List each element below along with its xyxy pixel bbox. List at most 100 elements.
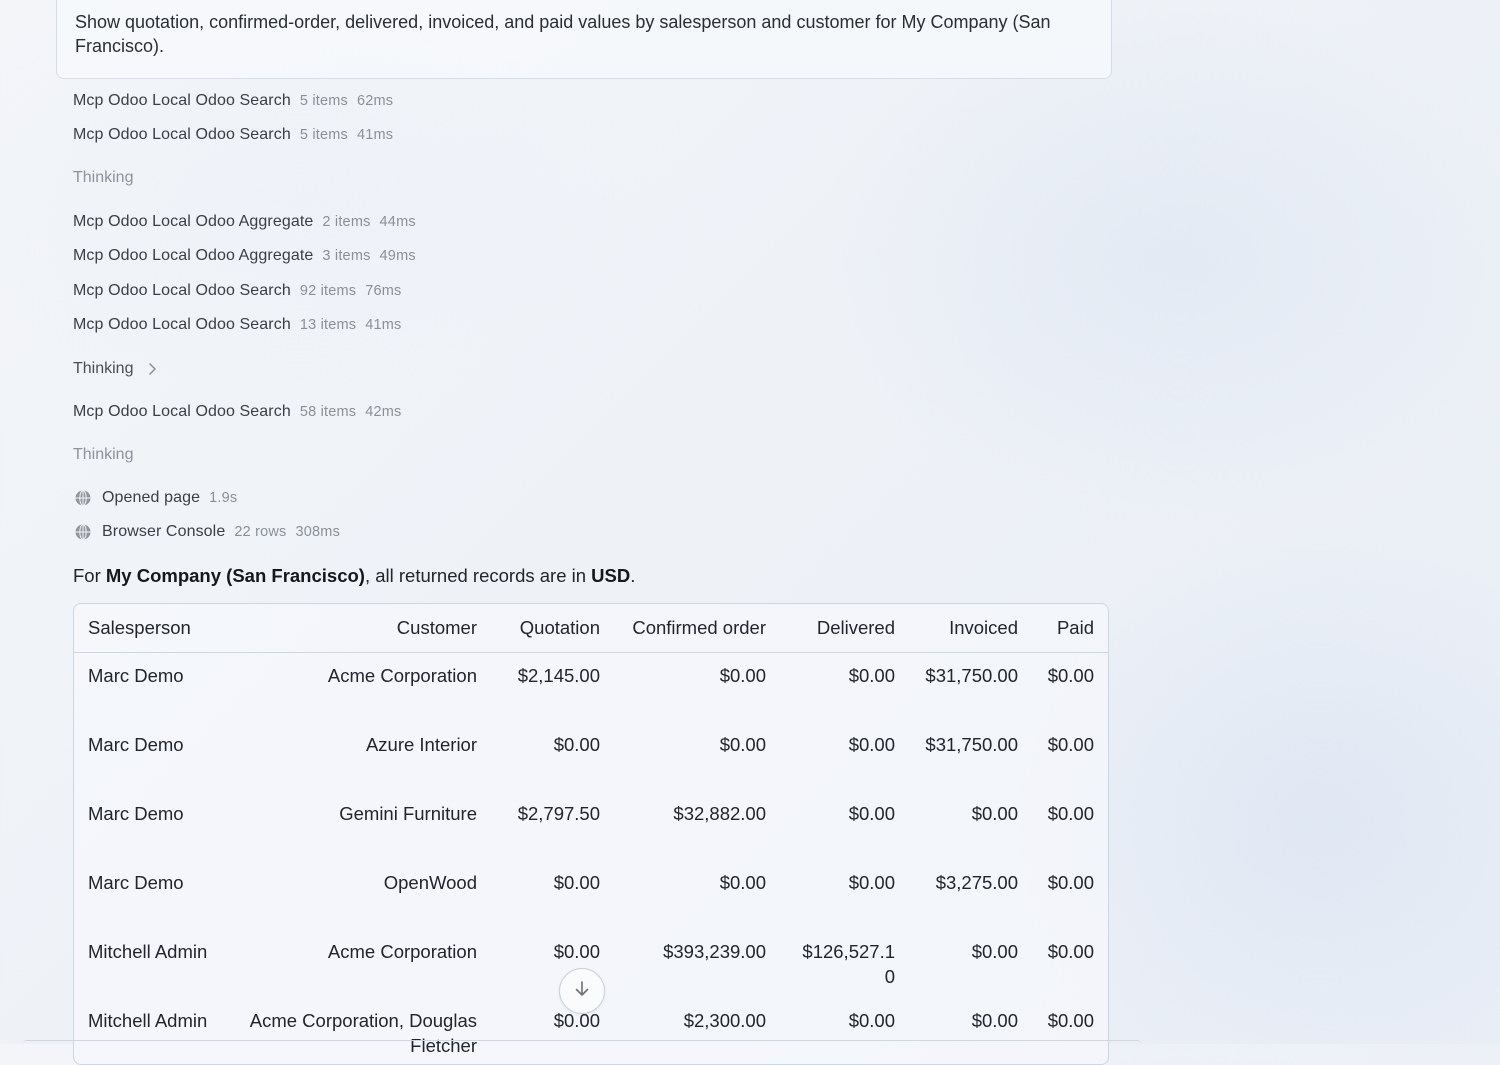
cell-paid: $0.00 [1047,803,1094,824]
browser-step-console[interactable]: Browser Console 22 rows 308ms [73,520,340,544]
column-header-salesperson: Salesperson [74,604,224,653]
scroll-to-bottom-button[interactable] [559,968,605,1014]
cell-quotation: $2,145.00 [517,665,600,686]
browser-step-opened-page[interactable]: Opened page 1.9s [73,486,237,510]
tool-step-name: Mcp Odoo Local Odoo Search [73,126,291,143]
table-row: Marc Demo OpenWood $0.00 $0.00 $0.00 $3,… [74,860,1108,929]
tool-step-odoo-search[interactable]: Mcp Odoo Local Odoo Search 5 items 41ms [73,123,393,147]
tool-step-count: 92 items [299,283,357,299]
tool-step-odoo-search[interactable]: Mcp Odoo Local Odoo Search 13 items 41ms [73,313,402,337]
tool-step-count: 3 items [322,248,371,264]
browser-step-name: Browser Console [102,523,226,540]
column-header-confirmed-order: Confirmed order [614,604,780,653]
cell-salesperson: Marc Demo [88,734,184,755]
tool-step-duration: 41ms [365,317,402,333]
globe-icon [74,489,92,507]
tool-step-count: 2 items [322,214,371,230]
cell-invoiced: $0.00 [971,941,1018,962]
cell-customer: OpenWood [383,872,477,893]
summary-currency: USD [591,565,631,586]
cell-paid: $0.00 [1047,1010,1094,1031]
tool-step-name: Mcp Odoo Local Odoo Search [73,403,291,420]
cell-customer: Acme Corporation [327,665,477,686]
tool-step-odoo-search[interactable]: Mcp Odoo Local Odoo Search 58 items 42ms [73,400,402,424]
tool-step-count: 13 items [299,317,357,333]
cell-confirmed-order: $32,882.00 [673,803,766,824]
cell-quotation: $0.00 [553,734,600,755]
cell-confirmed-order: $393,239.00 [663,941,766,962]
cell-invoiced: $0.00 [971,803,1018,824]
cell-paid: $0.00 [1047,941,1094,962]
cell-confirmed-order: $0.00 [719,665,766,686]
cell-salesperson: Mitchell Admin [88,1010,208,1031]
thinking-label: Thinking [73,446,134,463]
cell-delivered: $0.00 [848,734,895,755]
summary-company: My Company (San Francisco) [105,565,365,586]
thinking-step[interactable]: Thinking [73,443,133,467]
table-row: Marc Demo Azure Interior $0.00 $0.00 $0.… [74,722,1108,791]
cell-customer: Acme Corporation, Douglas Fletcher [249,1010,477,1056]
tool-step-odoo-search[interactable]: Mcp Odoo Local Odoo Search 5 items 62ms [73,89,393,113]
cell-customer: Gemini Furniture [339,803,477,824]
summary-suffix: . [630,565,636,586]
tool-step-duration: 44ms [379,214,416,230]
tool-step-count: 5 items [299,93,348,109]
chevron-right-icon[interactable] [147,361,159,377]
user-prompt-card: Show quotation, confirmed-order, deliver… [56,0,1112,79]
browser-step-duration: 308ms [295,524,341,540]
tool-step-odoo-aggregate[interactable]: Mcp Odoo Local Odoo Aggregate 2 items 44… [73,210,416,234]
column-header-paid: Paid [1032,604,1108,653]
arrow-down-icon [572,979,592,1004]
cell-salesperson: Marc Demo [88,665,184,686]
column-header-customer: Customer [224,604,491,653]
cell-delivered: $0.00 [848,665,895,686]
tool-step-name: Mcp Odoo Local Odoo Aggregate [73,247,314,264]
cell-customer: Acme Corporation [327,941,477,962]
globe-icon [74,523,92,541]
browser-step-duration: 1.9s [209,490,238,506]
cell-salesperson: Marc Demo [88,872,184,893]
cell-delivered: $126,527.10 [802,941,895,987]
cell-invoiced: $31,750.00 [925,665,1018,686]
table-header-row: Salesperson Customer Quotation Confirmed… [74,604,1108,653]
summary-prefix: For [73,565,106,586]
composer-top-edge [22,1040,1142,1045]
cell-delivered: $0.00 [848,803,895,824]
column-header-delivered: Delivered [780,604,909,653]
user-prompt-text: Show quotation, confirmed-order, deliver… [75,12,1051,56]
tool-step-name: Mcp Odoo Local Odoo Search [73,92,291,109]
thinking-label: Thinking [73,360,134,377]
column-header-invoiced: Invoiced [909,604,1032,653]
cell-salesperson: Marc Demo [88,803,184,824]
tool-step-duration: 49ms [379,248,416,264]
tool-step-odoo-search[interactable]: Mcp Odoo Local Odoo Search 92 items 76ms [73,279,402,303]
tool-step-count: 5 items [299,127,348,143]
tool-step-duration: 42ms [365,404,402,420]
cell-salesperson: Mitchell Admin [88,941,208,962]
tool-step-odoo-aggregate[interactable]: Mcp Odoo Local Odoo Aggregate 3 items 49… [73,244,416,268]
browser-step-name: Opened page [102,489,201,506]
assistant-summary-text: For My Company (San Francisco), all retu… [73,565,635,587]
cell-confirmed-order: $2,300.00 [683,1010,766,1031]
tool-step-duration: 62ms [356,93,394,109]
cell-invoiced: $3,275.00 [935,872,1018,893]
tool-step-duration: 76ms [365,283,402,299]
tool-step-name: Mcp Odoo Local Odoo Search [73,282,291,299]
cell-delivered: $0.00 [848,872,895,893]
cell-invoiced: $31,750.00 [925,734,1018,755]
browser-step-count: 22 rows [234,524,287,540]
cell-paid: $0.00 [1047,734,1094,755]
thinking-step[interactable]: Thinking [73,166,133,190]
cell-invoiced: $0.00 [971,1010,1018,1031]
column-header-quotation: Quotation [491,604,614,653]
tool-step-duration: 41ms [356,127,394,143]
tool-step-count: 58 items [299,404,357,420]
tool-step-name: Mcp Odoo Local Odoo Aggregate [73,213,314,230]
summary-middle: , all returned records are in [364,565,592,586]
table-row: Marc Demo Acme Corporation $2,145.00 $0.… [74,653,1108,723]
thinking-step-expandable[interactable]: Thinking [73,357,159,381]
cell-paid: $0.00 [1047,665,1094,686]
cell-quotation: $2,797.50 [517,803,600,824]
tool-step-name: Mcp Odoo Local Odoo Search [73,316,291,333]
cell-delivered: $0.00 [848,1010,895,1031]
